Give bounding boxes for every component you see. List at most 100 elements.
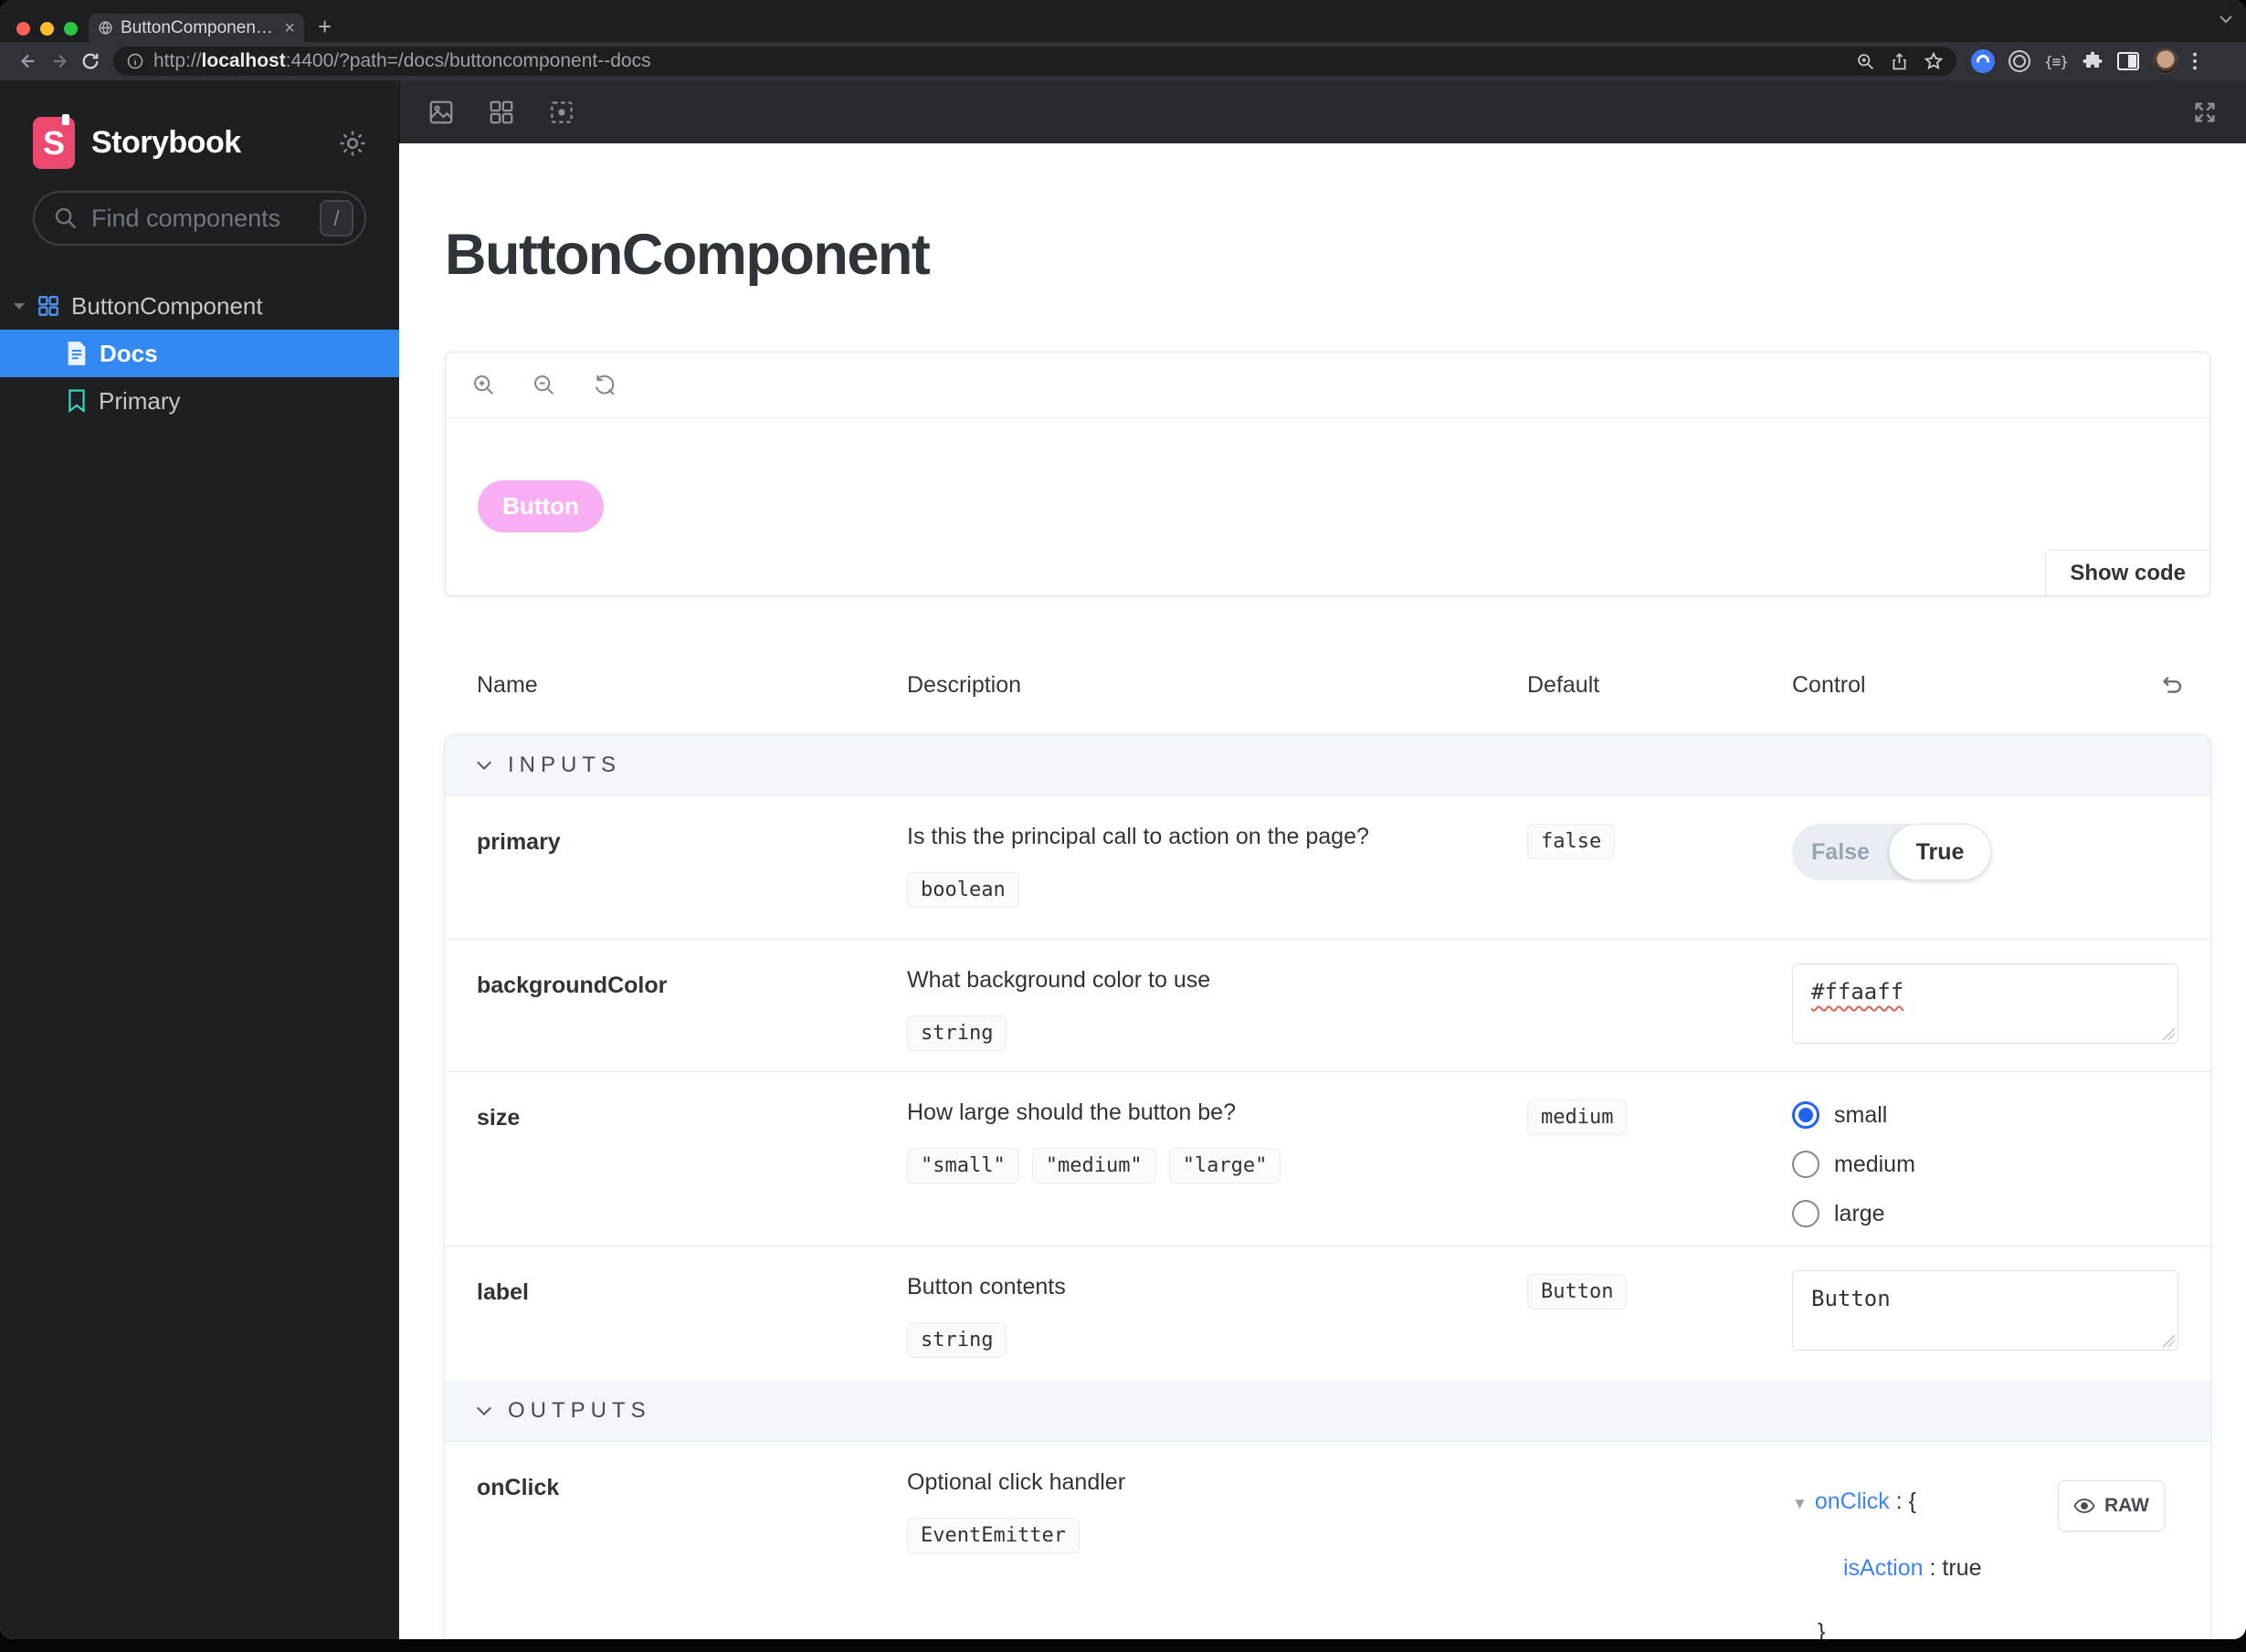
radio-medium[interactable]: medium — [1792, 1151, 2178, 1178]
toggle-false[interactable]: False — [1792, 839, 1889, 866]
header-name: Name — [477, 671, 538, 698]
preview-button[interactable]: Button — [478, 480, 604, 532]
forward-button[interactable] — [44, 51, 75, 71]
type-chip: "medium" — [1031, 1148, 1156, 1184]
header-description: Description — [907, 671, 1022, 698]
input-value: #ffaaff — [1811, 979, 1904, 1005]
extension-icons: {≡} — [1971, 48, 2198, 74]
storybook-logo[interactable]: S — [33, 114, 75, 169]
radio-large[interactable]: large — [1792, 1200, 2178, 1227]
reset-controls-icon[interactable] — [2157, 671, 2185, 699]
side-panel-icon[interactable] — [2116, 52, 2139, 70]
object-expander-icon[interactable]: ▼ — [1792, 1495, 1808, 1512]
zoom-out-icon[interactable] — [532, 373, 557, 398]
section-label: OUTPUTS — [508, 1398, 651, 1423]
tab-title: ButtonComponent - Docs · Sto — [121, 17, 277, 37]
profile-avatar[interactable] — [2152, 48, 2178, 74]
toggle-true[interactable]: True — [1889, 824, 1991, 880]
header-default: Default — [1527, 671, 1600, 698]
zoom-reset-icon[interactable] — [592, 373, 617, 398]
reload-button[interactable] — [75, 51, 106, 71]
radio-label: small — [1834, 1101, 1888, 1128]
bookmark-star-icon[interactable] — [1924, 51, 1944, 71]
outline-tool-icon[interactable] — [548, 99, 575, 126]
canvas-toolbar — [399, 80, 2246, 143]
share-icon[interactable] — [1890, 52, 1909, 71]
docs-file-icon — [66, 341, 88, 366]
type-chip: string — [907, 1322, 1007, 1358]
arg-description: Is this the principal call to action on … — [907, 824, 1369, 849]
close-window-button[interactable] — [16, 22, 30, 36]
docs-page: ButtonComponent Button Show code Name De… — [399, 143, 2246, 1639]
menu-dots-icon[interactable] — [2192, 51, 2198, 71]
type-chip: "large" — [1168, 1148, 1281, 1184]
input-value: Button — [1811, 1286, 1891, 1311]
default-chip: medium — [1527, 1100, 1628, 1135]
puzzle-extension-icon[interactable] — [2082, 50, 2104, 72]
arg-name: onClick — [477, 1475, 560, 1500]
tab-search-chevron-icon[interactable] — [2219, 15, 2233, 24]
storybook-sidebar: S Storybook Find components / ButtonComp… — [0, 80, 399, 1639]
radio-dot[interactable] — [1792, 1151, 1819, 1178]
object-line: } — [1818, 1619, 1826, 1639]
rings-extension-icon[interactable] — [2009, 50, 2030, 72]
object-key[interactable]: isAction — [1843, 1555, 1924, 1581]
section-inputs[interactable]: INPUTS — [445, 735, 2210, 795]
sidebar-item-primary[interactable]: Primary — [0, 377, 399, 425]
arg-name: size — [477, 1105, 521, 1131]
args-table: INPUTS primary Is this the principal cal… — [445, 735, 2210, 1639]
arg-description: What background color to use — [907, 967, 1211, 993]
url-text: http://localhost:4400/?path=/docs/button… — [153, 50, 651, 71]
traffic-lights — [16, 22, 78, 36]
show-code-button[interactable]: Show code — [2045, 550, 2210, 596]
radio-dot[interactable] — [1792, 1200, 1819, 1227]
component-grid-icon — [37, 294, 60, 318]
grid-tool-icon[interactable] — [488, 99, 515, 126]
address-bar[interactable]: http://localhost:4400/?path=/docs/button… — [113, 47, 1956, 76]
zoom-window-button[interactable] — [64, 22, 78, 36]
caret-down-icon[interactable] — [13, 302, 26, 310]
raw-label: RAW — [2104, 1495, 2149, 1516]
label-input[interactable]: Button — [1792, 1270, 2178, 1351]
radio-small[interactable]: small — [1792, 1101, 2178, 1129]
header-control: Control — [1792, 671, 1866, 698]
object-key[interactable]: onClick — [1815, 1489, 1890, 1514]
browser-tab[interactable]: ButtonComponent - Docs · Sto × — [89, 14, 304, 42]
zoom-page-icon[interactable] — [1856, 52, 1875, 71]
braces-extension-icon[interactable]: {≡} — [2044, 53, 2069, 70]
type-chip: string — [907, 1015, 1007, 1051]
back-button[interactable] — [13, 51, 44, 71]
arg-row-primary: primary Is this the principal call to ac… — [445, 795, 2210, 939]
search-icon — [53, 205, 79, 231]
arg-row-onclick: onClick Optional click handler EventEmit… — [445, 1441, 2210, 1639]
component-tree: ButtonComponent Docs Primary — [0, 282, 399, 425]
minimize-window-button[interactable] — [40, 22, 54, 36]
fullscreen-expand-icon[interactable] — [2191, 99, 2219, 126]
arg-row-size: size How large should the button be? "sm… — [445, 1071, 2210, 1246]
search-input[interactable]: Find components / — [33, 191, 366, 246]
section-label: INPUTS — [508, 752, 622, 777]
backgroundcolor-input[interactable]: #ffaaff — [1792, 963, 2178, 1044]
logo-letter: S — [42, 123, 65, 162]
radio-dot[interactable] — [1792, 1101, 1819, 1129]
new-tab-button[interactable]: + — [318, 15, 332, 38]
tree-item-label: Docs — [100, 339, 158, 367]
password-manager-icon[interactable] — [1971, 49, 1995, 73]
arg-row-backgroundcolor: backgroundColor What background color to… — [445, 939, 2210, 1071]
default-chip: Button — [1527, 1274, 1628, 1310]
background-tool-icon[interactable] — [427, 99, 455, 126]
tree-item-label: Primary — [99, 386, 181, 415]
raw-toggle-button[interactable]: RAW — [2058, 1480, 2165, 1531]
sidebar-item-buttoncomponent[interactable]: ButtonComponent — [0, 282, 399, 330]
zoom-in-icon[interactable] — [471, 373, 497, 398]
arg-description: Optional click handler — [907, 1469, 1126, 1495]
section-outputs[interactable]: OUTPUTS — [445, 1381, 2210, 1441]
arg-row-label: label Button contents string Button Butt… — [445, 1246, 2210, 1381]
info-icon[interactable] — [126, 52, 144, 70]
browser-chrome: ButtonComponent - Docs · Sto × + — [0, 0, 2246, 80]
gear-icon[interactable] — [337, 128, 368, 159]
browser-navbar: http://localhost:4400/?path=/docs/button… — [0, 42, 2246, 80]
sidebar-item-docs[interactable]: Docs — [0, 330, 399, 377]
tab-close-icon[interactable]: × — [284, 19, 295, 37]
boolean-toggle[interactable]: False True — [1792, 824, 1991, 880]
